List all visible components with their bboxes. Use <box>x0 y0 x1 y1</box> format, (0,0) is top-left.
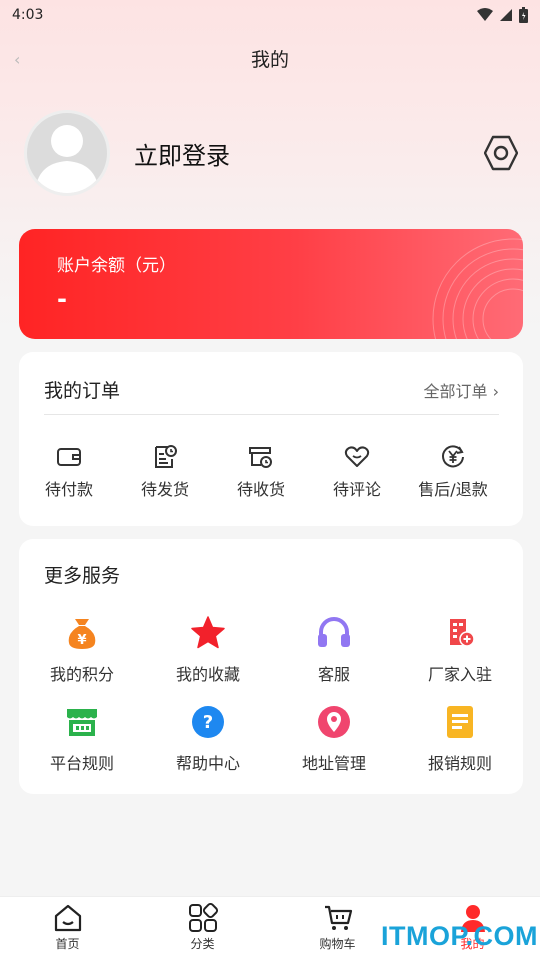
tab-home[interactable]: 首页 <box>0 897 135 960</box>
svg-text:¥: ¥ <box>77 633 86 648</box>
service-platform-rules[interactable]: 平台规则 <box>19 704 145 774</box>
category-icon <box>188 903 218 932</box>
status-bar: 4:03 <box>0 0 540 30</box>
order-pending-receipt[interactable]: 待收货 <box>213 444 309 500</box>
order-after-sales[interactable]: 售后/退款 <box>405 444 501 500</box>
service-label: 报销规则 <box>427 754 492 773</box>
tab-category[interactable]: 分类 <box>135 897 270 960</box>
order-item-label: 待评论 <box>332 480 381 499</box>
services-card: 更多服务 ¥ 我的积分 我的收藏 客服 厂家入驻 平台规则 ? 帮助中心 地址管… <box>19 539 523 794</box>
services-title: 更多服务 <box>44 565 121 587</box>
order-pending-shipment[interactable]: 待发货 <box>117 444 213 500</box>
watermark-text: ITMOP.COM <box>381 921 539 951</box>
money-bag-icon: ¥ <box>68 619 96 649</box>
settings-icon[interactable] <box>484 135 518 171</box>
signal-icon <box>500 9 512 21</box>
profile-section[interactable]: 立即登录 <box>24 110 230 196</box>
balance-value: - <box>57 285 67 313</box>
building-add-icon <box>450 619 475 647</box>
service-label: 厂家入驻 <box>427 665 492 684</box>
default-avatar-icon <box>35 125 99 193</box>
battery-icon <box>519 7 528 23</box>
service-customer-service[interactable]: 客服 <box>271 615 397 685</box>
orders-title: 我的订单 <box>44 380 121 402</box>
service-points[interactable]: ¥ 我的积分 <box>19 615 145 685</box>
status-time: 4:03 <box>12 7 44 23</box>
service-label: 平台规则 <box>49 754 114 773</box>
balance-card[interactable]: 账户余额（元） - <box>19 229 523 339</box>
cart-icon <box>324 905 352 930</box>
service-label: 我的收藏 <box>175 665 240 684</box>
tab-label: 分类 <box>190 937 215 951</box>
page-title: 我的 <box>250 49 289 71</box>
decorative-circles <box>432 238 523 339</box>
svg-text:?: ? <box>203 712 213 733</box>
yen-refund-icon <box>442 445 464 468</box>
service-reimbursement-rules[interactable]: 报销规则 <box>397 704 523 774</box>
tab-label: 购物车 <box>319 937 356 951</box>
service-label: 客服 <box>317 665 350 684</box>
question-icon: ? <box>192 706 224 738</box>
service-label: 地址管理 <box>301 754 366 773</box>
order-item-label: 待付款 <box>44 480 93 499</box>
service-label: 帮助中心 <box>175 754 240 773</box>
home-icon <box>54 904 81 932</box>
headset-icon <box>318 617 350 647</box>
service-help-center[interactable]: ? 帮助中心 <box>145 704 271 774</box>
tab-label: 首页 <box>55 937 80 951</box>
service-manufacturer-join[interactable]: 厂家入驻 <box>397 615 523 685</box>
divider <box>44 414 499 415</box>
balance-label: 账户余额（元） <box>57 256 176 276</box>
order-pending-payment[interactable]: 待付款 <box>21 444 117 500</box>
all-orders-link[interactable]: 全部订单 › <box>424 378 500 402</box>
orders-card: 我的订单 全部订单 › 待付款 待发货 待收货 待评论 售后/退款 <box>19 352 523 526</box>
location-pin-icon <box>318 706 350 738</box>
order-pending-review[interactable]: 待评论 <box>309 444 405 500</box>
wifi-icon <box>477 8 493 21</box>
order-item-label: 待发货 <box>140 480 189 499</box>
avatar[interactable] <box>24 110 110 196</box>
heart-chat-icon <box>344 446 370 467</box>
document-clock-icon <box>155 445 177 468</box>
service-label: 我的积分 <box>49 665 114 684</box>
store-icon <box>67 709 97 736</box>
star-icon <box>191 616 225 649</box>
box-clock-icon <box>249 447 272 468</box>
service-address-management[interactable]: 地址管理 <box>271 704 397 774</box>
wallet-icon <box>57 448 81 466</box>
login-button[interactable]: 立即登录 <box>134 136 230 171</box>
service-favorites[interactable]: 我的收藏 <box>145 615 271 685</box>
receipt-icon <box>447 706 473 738</box>
order-item-label: 售后/退款 <box>418 480 488 499</box>
order-item-label: 待收货 <box>236 480 285 499</box>
